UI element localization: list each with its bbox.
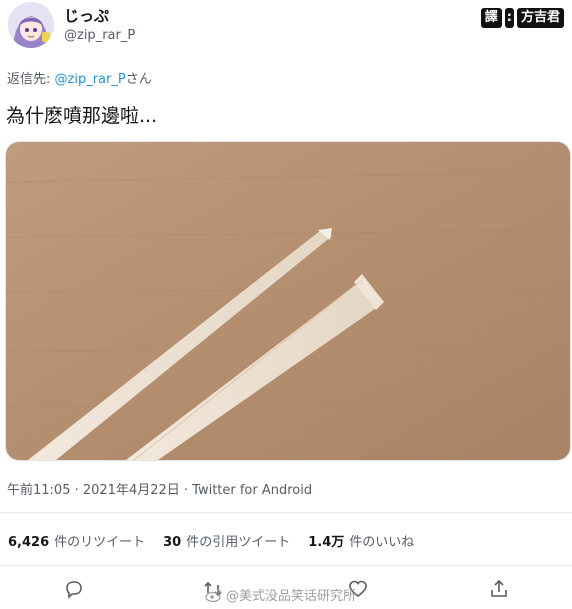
translator-credit-badge: 譯 : 方吉君 [480,8,564,28]
quote-count-label: 件の引用ツイート [186,535,291,550]
user-handle[interactable]: @zip_rar_P [64,28,135,43]
weibo-watermark: @美式没品笑话研究所 [205,585,356,604]
like-count-stat[interactable]: 1.4万 件のいいね [308,531,414,550]
quote-count: 30 [163,535,182,550]
avatar[interactable] [8,2,54,48]
credit-separator: : [504,8,514,28]
credit-translator-name: 方吉君 [516,8,564,28]
share-icon[interactable] [488,578,510,600]
chopsticks-photo-image [6,142,570,460]
reply-to-prefix: 返信先: [7,72,55,87]
reply-to-suffix: さん [125,72,152,87]
reply-icon[interactable] [63,578,85,600]
retweet-count-stat[interactable]: 6,426 件のリツイート [8,531,145,550]
tweet-text: 為什麽噴那邊啦... [6,105,158,127]
tweet-stats: 6,426 件のリツイート 30 件の引用ツイート 1.4万 件のいいね [8,531,432,550]
reply-to-line: 返信先: @zip_rar_Pさん [7,68,152,87]
retweet-count-label: 件のリツイート [54,535,146,550]
divider [0,565,572,566]
like-count-label: 件のいいね [349,535,415,550]
credit-translate-label: 譯 [480,8,502,28]
retweet-count: 6,426 [8,535,50,550]
watermark-text: @美式没品笑话研究所 [226,589,357,604]
like-count: 1.4万 [308,535,345,550]
tweet-photo[interactable] [5,141,571,461]
display-name[interactable]: じっぷ [64,5,109,26]
reply-to-mention-link[interactable]: @zip_rar_P [55,72,126,87]
tweet-timestamp[interactable]: 午前11:05 · 2021年4月22日 · Twitter for Andro… [7,479,312,498]
divider [0,512,572,513]
weibo-logo-icon [205,588,222,602]
quote-count-stat[interactable]: 30 件の引用ツイート [163,531,290,550]
